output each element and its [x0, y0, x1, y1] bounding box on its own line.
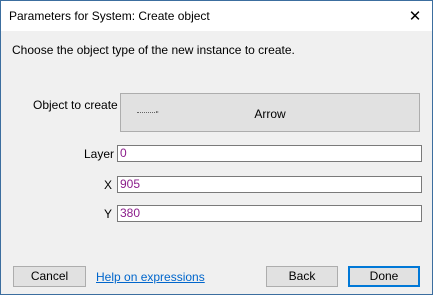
instruction-text: Choose the object type of the new instan…	[12, 43, 295, 57]
done-button[interactable]: Done	[348, 266, 420, 287]
y-input[interactable]: 380	[117, 205, 422, 222]
back-button[interactable]: Back	[266, 266, 338, 287]
x-label: X	[104, 178, 113, 192]
layer-input[interactable]: 0	[117, 145, 422, 162]
title-bar: Parameters for System: Create object ✕	[1, 1, 432, 31]
object-to-create-label: Object to create	[33, 98, 118, 112]
object-type-button[interactable]: Arrow	[120, 93, 420, 132]
help-on-expressions-link[interactable]: Help on expressions	[96, 270, 205, 284]
window-title: Parameters for System: Create object	[9, 9, 210, 23]
layer-label: Layer	[84, 147, 115, 161]
object-type-name: Arrow	[254, 107, 286, 121]
x-input[interactable]: 905	[117, 176, 422, 193]
dialog-window: Parameters for System: Create object ✕ C…	[0, 0, 433, 295]
close-icon[interactable]: ✕	[398, 1, 432, 31]
y-label: Y	[104, 207, 113, 221]
cancel-button[interactable]: Cancel	[13, 266, 86, 287]
